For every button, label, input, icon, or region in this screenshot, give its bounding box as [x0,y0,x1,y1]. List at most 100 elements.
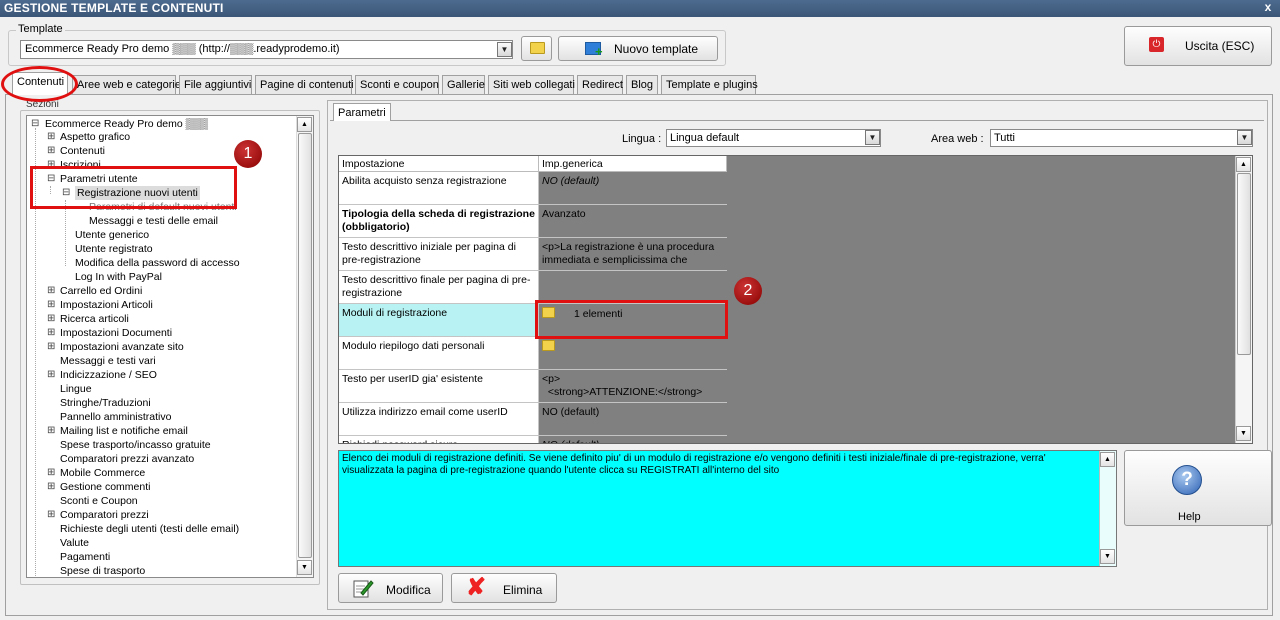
tab-template-plugins[interactable]: Template e plugins [661,75,758,94]
expand-icon[interactable]: ⊞ [47,467,55,478]
tree-item[interactable]: Mobile Commerce [60,466,145,480]
template-legend: Template [16,23,65,35]
tree-item[interactable]: Messaggi e testi vari [60,354,156,368]
scroll-up-icon[interactable]: ▲ [1236,157,1251,172]
tree-item[interactable]: Richieste degli utenti (testi delle emai… [60,522,239,536]
chevron-down-icon[interactable]: ▼ [1237,130,1252,145]
expand-icon[interactable]: ⊞ [47,131,55,142]
tree-item[interactable]: Utente generico [75,228,149,242]
row-value[interactable] [539,337,727,369]
tree-item[interactable]: Comparatori prezzi avanzato [60,452,194,466]
tab-gallerie[interactable]: Gallerie [442,75,485,94]
tree-item[interactable]: Spese trasporto/incasso gratuite [60,438,211,452]
lingua-select[interactable]: Lingua default [666,129,881,147]
row-value[interactable]: <p> <strong>ATTENZIONE:</strong> [539,370,727,402]
tree-item[interactable]: Gestione commenti [60,480,150,494]
tree-item[interactable]: Valute [60,536,89,550]
collapse-icon[interactable]: ⊟ [31,118,39,129]
scroll-up-icon[interactable]: ▲ [1100,452,1115,467]
scroll-down-icon[interactable]: ▼ [297,560,312,575]
tree-item[interactable]: Sconti e Coupon [60,494,138,508]
row-name: Utilizza indirizzo email come userID [339,403,539,435]
expand-icon[interactable]: ⊞ [47,425,55,436]
tree-root[interactable]: Ecommerce Ready Pro demo ▒▒▒ [45,117,208,131]
tree-scrollbar[interactable]: ▲ ▼ [296,116,313,577]
tree-item[interactable]: Carrello ed Ordini [60,284,142,298]
row-name: Testo per userID gia' esistente [339,370,539,402]
tab-file-aggiuntivi[interactable]: File aggiuntivi [179,75,252,94]
tree-item[interactable]: Spese di trasporto [60,564,145,577]
scroll-thumb[interactable] [298,133,312,558]
row-value[interactable]: Avanzato [539,205,727,237]
scroll-up-icon[interactable]: ▲ [297,117,312,132]
grid-scrollbar[interactable]: ▲ ▼ [1235,156,1252,443]
power-icon: ⏻ [1149,37,1164,52]
delete-icon: ✘ [466,574,487,601]
expand-icon[interactable]: ⊞ [47,369,55,380]
scroll-down-icon[interactable]: ▼ [1236,426,1251,441]
tab-pagine-contenuti[interactable]: Pagine di contenuti [255,75,354,94]
expand-icon[interactable]: ⊞ [47,285,55,296]
table-row[interactable]: Testo descrittivo iniziale per pagina di… [339,238,727,271]
tree-item[interactable]: Impostazioni Documenti [60,326,172,340]
tree-item[interactable]: Stringhe/Traduzioni [60,396,151,410]
table-row[interactable]: Utilizza indirizzo email come userID NO … [339,403,727,436]
expand-icon[interactable]: ⊞ [47,145,55,156]
expand-icon[interactable]: ⊞ [47,327,55,338]
row-value[interactable] [539,271,727,303]
description-scrollbar[interactable]: ▲ ▼ [1099,451,1116,566]
tree-item[interactable]: Lingue [60,382,92,396]
help-icon: ? [1172,465,1202,495]
tab-aree-web[interactable]: Aree web e categorie [72,75,181,94]
tree-item[interactable]: Pagamenti [60,550,110,564]
tab-sconti-coupon[interactable]: Sconti e coupon [355,75,439,94]
tree-item[interactable]: Impostazioni avanzate sito [60,340,184,354]
chevron-down-icon[interactable]: ▼ [865,130,880,145]
scroll-thumb[interactable] [1237,173,1251,355]
tab-siti-web[interactable]: Siti web collegati [488,75,575,94]
description-box[interactable]: Elenco dei moduli di registrazione defin… [338,450,1117,567]
tree-item[interactable]: Comparatori prezzi [60,508,149,522]
delete-label: Elimina [503,583,543,597]
expand-icon[interactable]: ⊞ [47,299,55,310]
tree-item[interactable]: Aspetto grafico [60,130,130,144]
chevron-down-icon[interactable]: ▼ [497,42,512,57]
tree-item[interactable]: Contenuti [60,144,105,158]
open-folder-button[interactable] [521,36,552,61]
table-row[interactable]: Modulo riepilogo dati personali [339,337,727,370]
area-web-select[interactable]: Tutti [990,129,1253,147]
tree-item[interactable]: Ricerca articoli [60,312,129,326]
table-row[interactable]: Richiedi password sicura NO (default) [339,436,727,443]
table-row[interactable]: Tipologia della scheda di registrazione … [339,205,727,238]
tree-item[interactable]: Modifica della password di accesso [75,256,240,270]
expand-icon[interactable]: ⊞ [47,341,55,352]
table-row[interactable]: Abilita acquisto senza registrazione NO … [339,172,727,205]
expand-icon[interactable]: ⊞ [47,313,55,324]
tree-item[interactable]: Utente registrato [75,242,153,256]
row-value[interactable]: NO (default) [539,436,727,443]
tab-parametri[interactable]: Parametri [333,103,391,121]
tree-item[interactable]: Impostazioni Articoli [60,298,153,312]
folder-icon[interactable] [542,340,555,351]
row-name: Moduli di registrazione [339,304,539,336]
table-row[interactable]: Testo per userID gia' esistente <p> <str… [339,370,727,403]
tree-item[interactable]: Pannello amministrativo [60,410,171,424]
tab-blog[interactable]: Blog [626,75,658,94]
row-value[interactable]: <p>La registrazione è una procedura imme… [539,238,727,270]
annotation-box-2 [535,300,728,339]
close-icon[interactable]: x [1260,0,1276,14]
expand-icon[interactable]: ⊞ [47,481,55,492]
tree-item[interactable]: Messaggi e testi delle email [89,214,218,228]
template-select[interactable]: Ecommerce Ready Pro demo ▒▒▒ (http://▒▒▒… [20,40,513,59]
annotation-oval [1,66,78,102]
expand-icon[interactable]: ⊞ [47,509,55,520]
tree-item[interactable]: Indicizzazione / SEO [60,368,157,382]
tree-item[interactable]: Mailing list e notifiche email [60,424,188,438]
annotation-badge-2: 2 [734,277,762,305]
scroll-down-icon[interactable]: ▼ [1100,549,1115,564]
tab-redirect[interactable]: Redirect [577,75,623,94]
row-value[interactable]: NO (default) [539,403,727,435]
column-header: Impostazione [339,156,539,172]
tree-item[interactable]: Log In with PayPal [75,270,162,284]
row-value[interactable]: NO (default) [539,172,727,204]
